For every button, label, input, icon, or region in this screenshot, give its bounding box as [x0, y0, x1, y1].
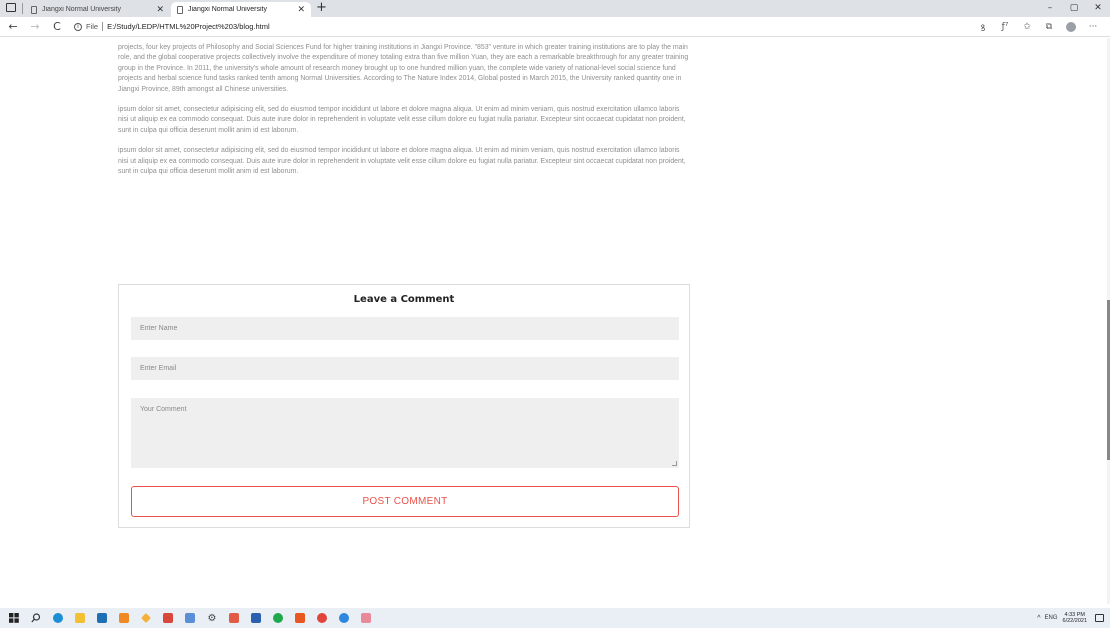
- tab-title: Jiangxi Normal University: [42, 6, 121, 13]
- tab-divider: [22, 3, 23, 14]
- app-icon[interactable]: [271, 612, 285, 624]
- collections-icon[interactable]: ⧉: [1038, 22, 1060, 32]
- sound-icon[interactable]: [183, 612, 197, 624]
- tab-title: Jiangxi Normal University: [188, 6, 267, 13]
- more-menu-icon[interactable]: ···: [1082, 22, 1104, 32]
- calendar-icon[interactable]: [227, 612, 241, 624]
- comment-form: Leave a Comment Enter Name Enter Email Y…: [118, 284, 690, 528]
- settings-icon[interactable]: ⚙: [205, 612, 219, 624]
- page-icon: [31, 5, 37, 14]
- tray-chevron-icon[interactable]: ^: [1037, 615, 1040, 622]
- back-button[interactable]: ←: [2, 20, 24, 33]
- close-window-button[interactable]: ✕: [1086, 0, 1110, 17]
- browser-icon[interactable]: [337, 612, 351, 624]
- tab-jiangxi-1[interactable]: Jiangxi Normal University ✕: [25, 2, 170, 17]
- clock-date: 6/22/2021: [1062, 618, 1087, 624]
- close-tab-icon[interactable]: ✕: [297, 5, 305, 15]
- reader-mode-icon[interactable]: ƒ⁷: [994, 22, 1016, 32]
- close-tab-icon[interactable]: ✕: [156, 5, 164, 15]
- comment-textarea[interactable]: Your Comment: [131, 398, 679, 468]
- tab-bar: Jiangxi Normal University ✕ Jiangxi Norm…: [0, 0, 1110, 17]
- post-comment-button[interactable]: POST COMMENT: [131, 486, 679, 517]
- office-icon[interactable]: [293, 612, 307, 624]
- window-controls: – ▢ ✕: [1038, 0, 1110, 17]
- address-bar[interactable]: i File E:/Study/LEDP/HTML%20Project%203/…: [74, 22, 270, 31]
- info-icon[interactable]: i: [74, 22, 82, 31]
- read-aloud-icon[interactable]: ꝸ: [972, 21, 994, 34]
- tab-jiangxi-2[interactable]: Jiangxi Normal University ✕: [171, 2, 311, 17]
- browser-toolbar: ꝸ ƒ⁷ ✩ ⧉ ···: [972, 17, 1104, 37]
- tab-actions-icon: [6, 3, 16, 12]
- profile-avatar[interactable]: [1066, 22, 1076, 32]
- address-scheme-label: File: [86, 22, 99, 31]
- sublime-icon[interactable]: [117, 612, 131, 624]
- article-paragraph: projects, four key projects of Philosoph…: [118, 44, 689, 93]
- navigation-bar: ← → C i File E:/Study/LEDP/HTML%20Projec…: [0, 17, 1110, 37]
- new-tab-button[interactable]: +: [316, 0, 327, 16]
- refresh-button[interactable]: C: [46, 20, 68, 33]
- language-indicator[interactable]: ENG: [1045, 615, 1058, 621]
- name-input[interactable]: Enter Name: [131, 317, 679, 340]
- paint-icon[interactable]: [161, 612, 175, 624]
- page-content: projects, four key projects of Philosoph…: [0, 38, 1110, 604]
- taskbar: ⚙ ^ ENG 4:33 PM 6/22/2021: [0, 608, 1110, 628]
- resize-handle-icon[interactable]: [672, 461, 677, 466]
- chrome-icon[interactable]: [315, 612, 329, 624]
- article-paragraph: ipsum dolor sit amet, consectetur adipis…: [118, 106, 686, 134]
- email-input[interactable]: Enter Email: [131, 357, 679, 380]
- snip-icon[interactable]: [359, 612, 373, 624]
- page-icon: [177, 5, 183, 14]
- comment-placeholder: Your Comment: [140, 406, 187, 413]
- file-explorer-icon[interactable]: [73, 612, 87, 624]
- maximize-button[interactable]: ▢: [1062, 0, 1086, 17]
- address-url[interactable]: E:/Study/LEDP/HTML%20Project%203/blog.ht…: [107, 22, 270, 31]
- forward-button[interactable]: →: [24, 20, 46, 33]
- pen-icon[interactable]: [139, 612, 153, 624]
- store-icon[interactable]: [95, 612, 109, 624]
- clock[interactable]: 4:33 PM 6/22/2021: [1063, 612, 1087, 625]
- article-paragraph: ipsum dolor sit amet, consectetur adipis…: [118, 147, 686, 176]
- minimize-button[interactable]: –: [1038, 0, 1062, 17]
- tab-actions-button[interactable]: [6, 3, 18, 14]
- address-divider: [102, 22, 104, 31]
- blog-article: projects, four key projects of Philosoph…: [118, 43, 690, 187]
- edge-icon[interactable]: [51, 612, 65, 624]
- search-icon[interactable]: [29, 612, 43, 624]
- notification-icon[interactable]: [1095, 614, 1104, 622]
- word-icon[interactable]: [249, 612, 263, 624]
- favorites-icon[interactable]: ✩: [1016, 22, 1038, 32]
- start-icon[interactable]: [7, 612, 21, 624]
- comment-form-title: Leave a Comment: [353, 294, 455, 305]
- system-tray: ^ ENG 4:33 PM 6/22/2021: [1037, 608, 1110, 628]
